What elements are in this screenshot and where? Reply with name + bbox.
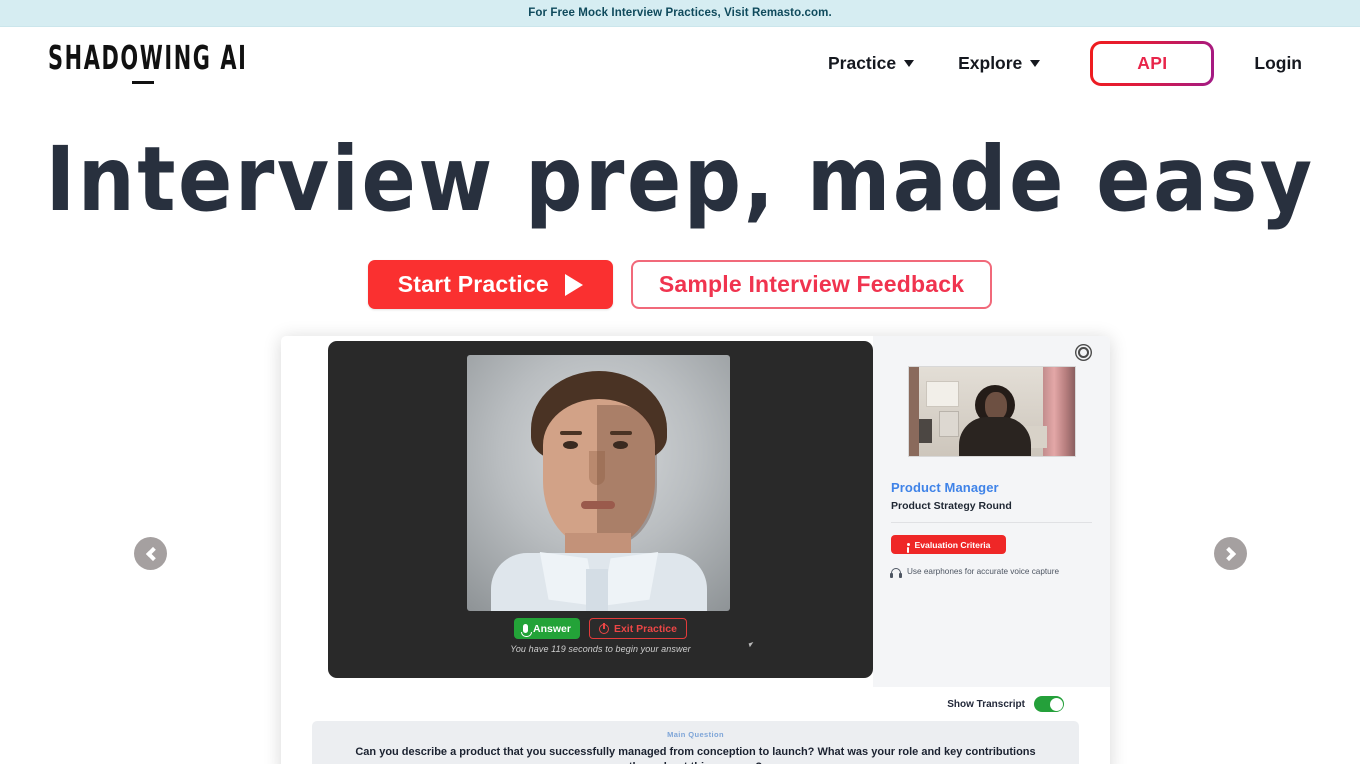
start-practice-button[interactable]: Start Practice [367,260,613,309]
avatar-collar-right [601,552,659,606]
interview-screen-bottom: Show Transcript Main Question Can you de… [281,687,1110,764]
start-practice-label: Start Practice [397,271,549,297]
webcam-person-body [958,417,1031,456]
question-box: Main Question Can you describe a product… [312,721,1079,764]
hero-carousel: Answer Exit Practice You have 119 second… [0,336,1360,764]
stage-control-buttons: Answer Exit Practice [514,618,687,639]
logo-underline-mark [132,80,154,84]
interview-round-subtitle: Product Strategy Round [891,500,1012,512]
nav-item-explore[interactable]: Explore [936,47,1062,80]
answer-button[interactable]: Answer [514,618,580,639]
sample-feedback-button[interactable]: Sample Interview Feedback [630,260,993,309]
timer-note: You have 119 seconds to begin your answe… [510,644,691,654]
candidate-webcam-preview [907,366,1076,457]
interview-side-panel: Product Manager Product Strategy Round E… [873,336,1110,687]
avatar-eye-right [613,441,628,449]
interview-role-title: Product Manager [891,480,999,495]
main-nav: Practice Explore API Login [806,41,1324,86]
headphones-icon [890,568,902,578]
avatar-shirt-placket [586,569,608,611]
avatar-brow-left [560,431,582,435]
power-icon [598,622,609,634]
announcement-text: For Free Mock Interview Practices, Visit… [528,7,832,19]
question-label: Main Question [667,730,724,739]
webcam-whiteboard [925,381,959,407]
chevron-down-icon [1030,60,1041,67]
api-button-label: API [1093,44,1212,83]
webcam-chair [938,411,959,437]
page-title: Interview prep, made easy [45,127,1315,231]
avatar-eye-left [563,441,578,449]
earphone-hint: Use earphones for accurate voice capture [890,567,1092,578]
cta-row: Start Practice Sample Interview Feedback [0,260,1360,309]
show-transcript-toggle[interactable] [1034,696,1064,712]
exit-practice-button[interactable]: Exit Practice [588,618,687,639]
show-transcript-row: Show Transcript [299,687,1092,721]
carousel-slide-screenshot[interactable]: Answer Exit Practice You have 119 second… [281,336,1110,764]
login-label: Login [1254,53,1302,73]
avatar-brow-right [610,431,632,435]
carousel-prev-button[interactable] [134,537,167,570]
webcam-curtain [1042,367,1075,456]
interviewer-video-stage: Answer Exit Practice You have 119 second… [328,341,873,678]
avatar-face-shadow [597,405,657,545]
exit-practice-label: Exit Practice [613,622,677,635]
earphone-hint-label: Use earphones for accurate voice capture [907,567,1060,576]
microphone-icon [521,624,532,637]
avatar-mouth [581,501,615,509]
answer-button-label: Answer [533,622,571,635]
gear-icon[interactable] [1078,347,1089,358]
panel-divider [891,522,1092,523]
logo-text: SHADOWING AI [48,38,248,77]
chevron-down-icon [904,60,915,67]
stage-controls: Answer Exit Practice You have 119 second… [328,618,873,654]
chevron-left-icon [145,546,160,561]
webcam-bin [918,419,932,443]
interview-screen-top: Answer Exit Practice You have 119 second… [281,336,1110,687]
login-link[interactable]: Login [1232,47,1324,80]
avatar-nose [589,451,605,485]
nav-item-label: Practice [827,53,897,73]
toggle-knob [1049,697,1063,711]
interviewer-avatar [467,355,730,611]
webcam-person-face [984,392,1007,420]
play-icon [564,273,583,296]
question-text: Can you describe a product that you succ… [355,746,1036,764]
announcement-banner: For Free Mock Interview Practices, Visit… [0,0,1360,27]
api-button[interactable]: API [1090,41,1215,86]
evaluation-criteria-label: Evaluation Criteria [914,539,991,550]
webcam-curtain-left [908,367,919,456]
carousel-next-button[interactable] [1214,537,1247,570]
sample-feedback-label: Sample Interview Feedback [658,271,965,297]
show-transcript-label: Show Transcript [947,698,1025,710]
evaluation-criteria-button[interactable]: Evaluation Criteria [891,535,1006,554]
site-header: SHADOWING AI Practice Explore API Login [0,27,1360,100]
chevron-right-icon [1221,546,1236,561]
logo[interactable]: SHADOWING AI [48,38,297,84]
nav-item-practice[interactable]: Practice [806,47,936,80]
nav-item-label: Explore [958,53,1023,73]
info-icon [906,543,910,553]
